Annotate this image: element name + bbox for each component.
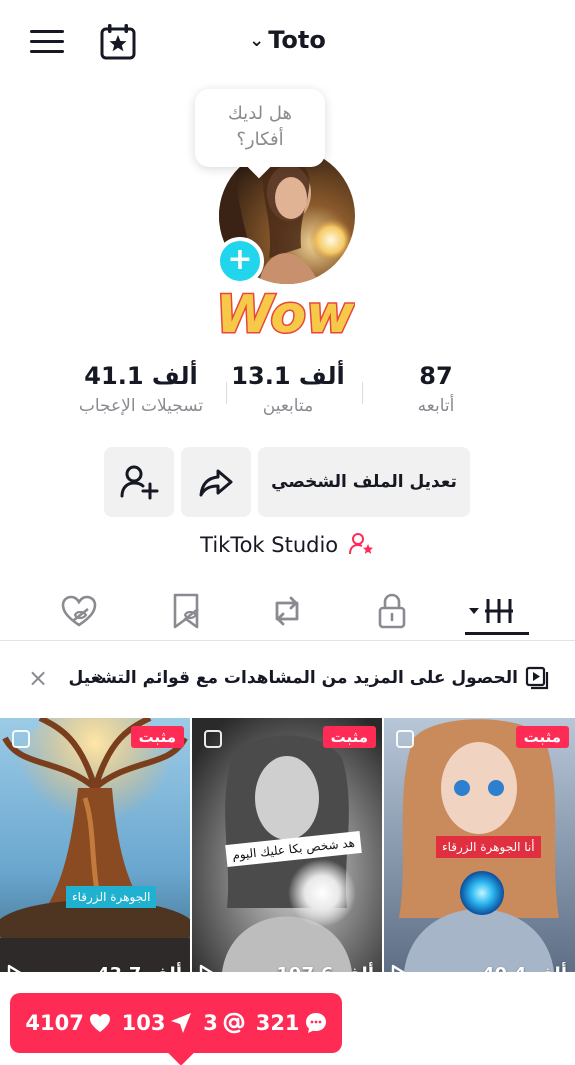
stat-divider (362, 382, 363, 404)
ideas-bubble[interactable]: هل لديك أفكار؟ (195, 89, 325, 167)
chevron-down-icon: ⌄ (249, 30, 265, 51)
bubble-line-1: هل لديك (228, 103, 292, 124)
video-thumbnail[interactable]: أنا الجوهرة الزرقاء مثبت 40.4 ألف (384, 718, 575, 972)
following-count: 87 (419, 362, 453, 390)
comment-icon (305, 1013, 326, 1033)
tab-reposts[interactable] (265, 589, 309, 633)
stat-followers[interactable]: 13.1 ألف متابعين (228, 362, 348, 416)
view-count-value: 43.7 ألف (97, 964, 182, 972)
likes-count: 41.1 ألف (84, 362, 198, 390)
multi-select-icon[interactable] (204, 730, 222, 748)
add-story-button[interactable]: + (216, 237, 264, 285)
likes-notification-count: 4107 (25, 1011, 84, 1035)
followers-label: متابعين (262, 396, 314, 416)
following-label: أتابعه (417, 396, 455, 416)
playlist-banner-text: الحصول على المزيد من المشاهدات مع قوائم … (68, 668, 518, 688)
video-caption: الجوهرة الزرقاء (66, 886, 157, 908)
edit-profile-button[interactable]: تعديل الملف الشخصي (258, 447, 470, 517)
video-image-tree (0, 718, 190, 972)
video-caption: أنا الجوهرة الزرقاء (436, 836, 541, 858)
video-grid: الجوهرة الزرقاء مثبت 43.7 ألف هد شخص بكا… (0, 718, 575, 972)
pinned-badge: مثبت (515, 726, 569, 748)
playlist-icon (525, 666, 549, 690)
multi-select-icon[interactable] (12, 730, 30, 748)
comments-notification-count: 321 (255, 1011, 300, 1035)
username-switcher[interactable]: ⌄ Toto (0, 26, 575, 54)
share-arrow-icon (199, 469, 233, 497)
bubble-line-2: أفكار؟ (236, 129, 284, 150)
view-count-value: 197.6 ألف (276, 964, 374, 972)
likes-notification: 4107 (25, 1011, 110, 1035)
stat-divider (226, 382, 227, 404)
mentions-notification: 3 (203, 1011, 245, 1035)
add-user-icon (120, 465, 159, 500)
multi-select-icon[interactable] (396, 730, 414, 748)
pinned-badge: مثبت (322, 726, 376, 748)
video-thumbnail[interactable]: هد شخص بكا عليك اليوم مثبت 197.6 ألف (192, 718, 382, 972)
svg-text:Wow: Wow (216, 285, 355, 344)
share-profile-button[interactable] (181, 447, 251, 517)
likes-label: تسجيلات الإعجاب (78, 396, 204, 416)
at-sign-icon (223, 1012, 245, 1034)
active-tab-indicator (465, 632, 529, 635)
followers-count: 13.1 ألف (231, 362, 345, 390)
view-count-value: 40.4 ألف (482, 964, 567, 972)
tab-private-lock[interactable] (370, 589, 414, 633)
play-icon (6, 964, 24, 972)
add-friends-button[interactable] (104, 447, 174, 517)
tab-favorites[interactable] (165, 589, 209, 633)
close-icon[interactable]: × (28, 664, 48, 692)
send-icon (171, 1013, 192, 1033)
mentions-notification-count: 3 (203, 1011, 218, 1035)
play-icon (198, 964, 216, 972)
comments-notification: 321 (256, 1011, 327, 1035)
username: Toto (268, 26, 326, 54)
stat-following[interactable]: 87 أتابعه (388, 362, 484, 416)
play-icon (390, 964, 408, 972)
creator-star-icon (348, 533, 373, 555)
pinned-badge: مثبت (130, 726, 184, 748)
top-bar: ⌄ Toto (0, 0, 575, 86)
shares-notification-count: 103 (121, 1011, 166, 1035)
heart-icon (89, 1014, 110, 1032)
shares-notification: 103 (122, 1011, 193, 1035)
tab-liked-hidden[interactable] (57, 589, 101, 633)
playlist-banner[interactable]: × › الحصول على المزيد من المشاهدات مع قو… (0, 650, 575, 708)
tiktok-studio-link[interactable]: TikTok Studio (0, 532, 575, 557)
activity-notification[interactable]: 4107 103 3 321 (10, 993, 342, 1053)
stat-likes[interactable]: 41.1 ألف تسجيلات الإعجاب (66, 362, 216, 416)
studio-label: TikTok Studio (200, 533, 339, 557)
video-thumbnail[interactable]: الجوهرة الزرقاء مثبت 43.7 ألف (0, 718, 190, 972)
tab-videos-grid[interactable] (466, 589, 526, 633)
wow-badge: Wow (215, 284, 355, 344)
